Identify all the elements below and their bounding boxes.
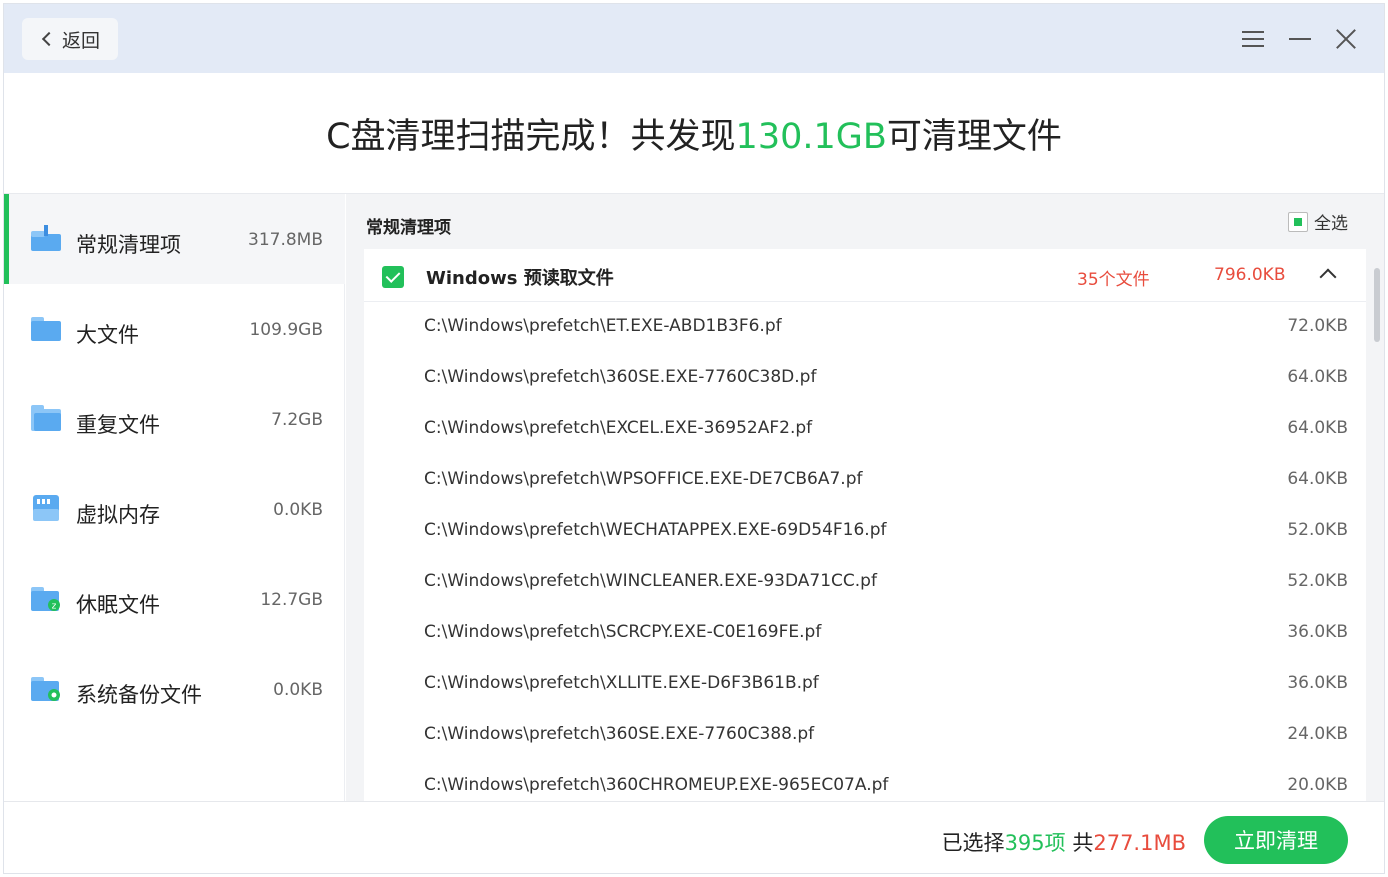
file-row[interactable]: C:\Windows\prefetch\SCRCPY.EXE-C0E169FE.… bbox=[364, 608, 1366, 659]
file-path: C:\Windows\prefetch\360SE.EXE-7760C388.p… bbox=[424, 724, 815, 744]
file-list-panel: 常规清理项 全选 Windows 预读取文件 35个文件 796.0KB C:\… bbox=[346, 194, 1384, 801]
sidebar-item-large-files[interactable]: 大文件 109.9GB bbox=[4, 284, 345, 374]
back-button[interactable]: 返回 bbox=[22, 18, 118, 60]
headline-suffix: 可清理文件 bbox=[886, 117, 1062, 157]
total-prefix: 共 bbox=[1072, 831, 1094, 855]
close-icon[interactable] bbox=[1333, 26, 1359, 52]
checkbox-checked-icon[interactable] bbox=[382, 266, 404, 288]
clean-now-button[interactable]: 立即清理 bbox=[1204, 816, 1348, 864]
file-row[interactable]: C:\Windows\prefetch\WPSOFFICE.EXE-DE7CB6… bbox=[364, 455, 1366, 506]
sidebar-item-label: 大文件 bbox=[76, 323, 139, 347]
sidebar-item-hibernation-files[interactable]: z 休眠文件 12.7GB bbox=[4, 554, 345, 644]
file-size: 52.0KB bbox=[1287, 520, 1348, 540]
sidebar-item-size: 0.0KB bbox=[273, 680, 323, 700]
section-title: 常规清理项 bbox=[366, 218, 451, 238]
file-row[interactable]: C:\Windows\prefetch\WINCLEANER.EXE-93DA7… bbox=[364, 557, 1366, 608]
file-row[interactable]: C:\Windows\prefetch\360CHROMEUP.EXE-965E… bbox=[364, 761, 1366, 801]
app-window: 返回 C盘清理扫描完成！共发现130.1GB可清理文件 常规清理项 317.8M… bbox=[3, 3, 1385, 874]
file-path: C:\Windows\prefetch\WINCLEANER.EXE-93DA7… bbox=[424, 571, 877, 591]
sidebar-item-size: 317.8MB bbox=[248, 230, 323, 250]
file-size: 24.0KB bbox=[1287, 724, 1348, 744]
scan-result-headline: C盘清理扫描完成！共发现130.1GB可清理文件 bbox=[4, 108, 1384, 159]
broom-folder-icon bbox=[31, 225, 61, 251]
sidebar-item-size: 109.9GB bbox=[249, 320, 323, 340]
headline-size: 130.1GB bbox=[735, 117, 887, 157]
file-size: 36.0KB bbox=[1287, 673, 1348, 693]
category-sidebar: 常规清理项 317.8MB 大文件 109.9GB 重复文件 7.2GB 虚拟内… bbox=[4, 194, 345, 801]
hamburger-menu-icon[interactable] bbox=[1240, 26, 1266, 52]
selected-count: 395项 bbox=[1004, 831, 1066, 855]
sidebar-item-label: 休眠文件 bbox=[76, 593, 160, 617]
file-path: C:\Windows\prefetch\WPSOFFICE.EXE-DE7CB6… bbox=[424, 469, 863, 489]
file-size: 20.0KB bbox=[1287, 775, 1348, 795]
file-path: C:\Windows\prefetch\XLLITE.EXE-D6F3B61B.… bbox=[424, 673, 819, 693]
sidebar-item-system-backup[interactable]: 系统备份文件 0.0KB bbox=[4, 644, 345, 734]
group-name: Windows 预读取文件 bbox=[426, 268, 614, 289]
total-size: 277.1MB bbox=[1093, 831, 1186, 855]
scrollbar-thumb[interactable] bbox=[1374, 268, 1380, 342]
headline-prefix: C盘清理扫描完成！共发现 bbox=[326, 117, 736, 157]
sidebar-item-size: 12.7GB bbox=[260, 590, 323, 610]
back-label: 返回 bbox=[61, 29, 100, 52]
file-path: C:\Windows\prefetch\WECHATAPPEX.EXE-69D5… bbox=[424, 520, 887, 540]
file-size: 52.0KB bbox=[1287, 571, 1348, 591]
title-bar: 返回 bbox=[4, 4, 1384, 73]
selected-prefix: 已选择 bbox=[941, 831, 1005, 855]
file-row[interactable]: C:\Windows\prefetch\360SE.EXE-7760C388.p… bbox=[364, 710, 1366, 761]
file-path: C:\Windows\prefetch\360SE.EXE-7760C38D.p… bbox=[424, 367, 817, 387]
sidebar-item-size: 0.0KB bbox=[273, 500, 323, 520]
file-size: 64.0KB bbox=[1287, 367, 1348, 387]
file-row[interactable]: C:\Windows\prefetch\XLLITE.EXE-D6F3B61B.… bbox=[364, 659, 1366, 710]
file-size: 64.0KB bbox=[1287, 469, 1348, 489]
svg-text:z: z bbox=[52, 602, 57, 612]
sidebar-item-duplicate-files[interactable]: 重复文件 7.2GB bbox=[4, 374, 345, 464]
sleep-folder-icon: z bbox=[31, 587, 60, 612]
sidebar-item-size: 7.2GB bbox=[271, 410, 323, 430]
group-file-count: 35个文件 bbox=[1077, 270, 1150, 290]
file-row[interactable]: C:\Windows\prefetch\360SE.EXE-7760C38D.p… bbox=[364, 353, 1366, 404]
sidebar-item-label: 虚拟内存 bbox=[76, 503, 160, 527]
file-path: C:\Windows\prefetch\ET.EXE-ABD1B3F6.pf bbox=[424, 316, 782, 336]
file-size: 64.0KB bbox=[1287, 418, 1348, 438]
group-header[interactable]: Windows 预读取文件 35个文件 796.0KB bbox=[364, 249, 1366, 302]
duplicate-folder-icon bbox=[31, 405, 61, 431]
file-group: Windows 预读取文件 35个文件 796.0KB C:\Windows\p… bbox=[364, 249, 1366, 801]
backup-folder-icon bbox=[31, 677, 60, 701]
sidebar-item-label: 重复文件 bbox=[76, 413, 160, 437]
file-path: C:\Windows\prefetch\360CHROMEUP.EXE-965E… bbox=[424, 775, 889, 795]
file-size: 72.0KB bbox=[1287, 316, 1348, 336]
sidebar-item-virtual-memory[interactable]: 虚拟内存 0.0KB bbox=[4, 464, 345, 554]
chevron-up-icon[interactable] bbox=[1319, 268, 1337, 286]
chevron-left-icon bbox=[41, 31, 57, 47]
group-size: 796.0KB bbox=[1214, 265, 1286, 285]
folder-icon bbox=[31, 317, 61, 341]
partial-checkbox-icon bbox=[1288, 211, 1308, 232]
sidebar-item-label: 系统备份文件 bbox=[76, 683, 202, 707]
file-row[interactable]: C:\Windows\prefetch\ET.EXE-ABD1B3F6.pf 7… bbox=[364, 302, 1366, 353]
sidebar-item-label: 常规清理项 bbox=[76, 233, 181, 257]
file-size: 36.0KB bbox=[1287, 622, 1348, 642]
selection-summary: 已选择395项 共277.1MB bbox=[942, 827, 1186, 857]
file-path: C:\Windows\prefetch\SCRCPY.EXE-C0E169FE.… bbox=[424, 622, 822, 642]
select-all-label: 全选 bbox=[1314, 214, 1348, 234]
select-all-checkbox[interactable]: 全选 bbox=[1288, 209, 1348, 234]
sidebar-item-general[interactable]: 常规清理项 317.8MB bbox=[4, 194, 345, 284]
file-row[interactable]: C:\Windows\prefetch\WECHATAPPEX.EXE-69D5… bbox=[364, 506, 1366, 557]
minimize-icon[interactable] bbox=[1287, 26, 1313, 52]
file-path: C:\Windows\prefetch\EXCEL.EXE-36952AF2.p… bbox=[424, 418, 813, 438]
file-row[interactable]: C:\Windows\prefetch\EXCEL.EXE-36952AF2.p… bbox=[364, 404, 1366, 455]
memory-icon bbox=[33, 495, 59, 521]
footer-bar: 已选择395项 共277.1MB 立即清理 bbox=[4, 801, 1384, 873]
